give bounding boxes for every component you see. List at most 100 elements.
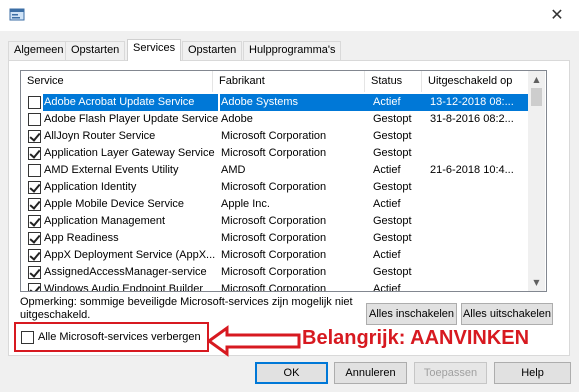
service-status: Gestopt <box>373 232 412 244</box>
service-row[interactable]: AppX Deployment Service (AppX... Microsof… <box>21 247 530 264</box>
service-disabled-date <box>429 128 530 145</box>
cancel-button[interactable]: Annuleren <box>334 362 407 384</box>
service-row[interactable]: Application Management Microsoft Corporat… <box>21 213 530 230</box>
service-name: Adobe Acrobat Update Service <box>43 94 218 111</box>
service-vendor: Microsoft Corporation <box>221 249 327 261</box>
service-disabled-date <box>429 179 530 196</box>
service-checkbox[interactable] <box>28 198 41 211</box>
vertical-scrollbar[interactable]: ▲ ▼ <box>528 71 545 291</box>
service-status: Gestopt <box>373 215 412 227</box>
tab-services[interactable]: Services <box>127 39 182 61</box>
services-rows: Adobe Acrobat Update Service Adobe System… <box>21 94 530 292</box>
service-row[interactable]: Adobe Flash Player Update Service Adobe Ge… <box>21 111 530 128</box>
service-row[interactable]: Application Identity Microsoft Corporatio… <box>21 179 530 196</box>
tab-algemeen[interactable]: Algemeen <box>8 41 70 60</box>
column-header-service[interactable]: Service <box>21 71 213 92</box>
service-disabled-date: 21-6-2018 10:4... <box>430 164 514 176</box>
tab-hulpprogrammas[interactable]: Hulpprogramma's <box>243 41 342 60</box>
service-status: Gestopt <box>373 130 412 142</box>
services-list[interactable]: Service Fabrikant Status Uitgeschakeld o… <box>20 70 547 292</box>
service-checkbox[interactable] <box>28 249 41 262</box>
service-checkbox[interactable] <box>28 164 41 177</box>
protected-services-note: Opmerking: sommige beveiligde Microsoft-… <box>20 296 353 321</box>
service-disabled-date: 13-12-2018 08:... <box>429 94 530 111</box>
service-checkbox[interactable] <box>28 283 41 291</box>
service-vendor: Microsoft Corporation <box>221 232 327 244</box>
scroll-down-icon[interactable]: ▼ <box>528 274 545 291</box>
service-name: Windows Audio Endpoint Builder <box>44 283 203 292</box>
hide-microsoft-services-checkbox[interactable] <box>21 331 34 344</box>
service-checkbox[interactable] <box>28 181 41 194</box>
annotation-callout: Belangrijk: AANVINKEN <box>302 327 530 349</box>
column-header-vendor[interactable]: Fabrikant <box>213 71 365 92</box>
service-row[interactable]: Application Layer Gateway Service Microso… <box>21 145 530 162</box>
service-status: Actief <box>373 164 401 176</box>
service-name: Application Identity <box>44 181 137 193</box>
title-bar: ✕ <box>0 0 579 31</box>
service-name: Application Layer Gateway Service <box>44 147 215 159</box>
service-vendor: Microsoft Corporation <box>221 283 327 292</box>
service-checkbox[interactable] <box>28 147 41 160</box>
service-name: AllJoyn Router Service <box>44 130 156 142</box>
service-status: Gestopt <box>373 181 412 193</box>
service-name: Application Management <box>44 215 166 227</box>
msconfig-icon <box>9 8 25 21</box>
apply-button: Toepassen <box>414 362 487 384</box>
close-icon[interactable]: ✕ <box>545 4 569 26</box>
scroll-up-icon[interactable]: ▲ <box>528 71 545 88</box>
service-vendor: Adobe Systems <box>220 94 372 111</box>
service-vendor: Microsoft Corporation <box>221 266 327 278</box>
ok-button[interactable]: OK <box>255 362 328 384</box>
annotation-arrow-icon <box>207 325 301 357</box>
service-vendor: Microsoft Corporation <box>221 215 327 227</box>
tab-opstarten-2[interactable]: Opstarten <box>182 41 243 60</box>
service-name: App Readiness <box>44 232 119 244</box>
service-disabled-date: 31-8-2016 08:2... <box>430 113 514 125</box>
service-status: Gestopt <box>373 147 412 159</box>
service-status: Gestopt <box>373 266 412 278</box>
service-status: Actief <box>372 94 429 111</box>
service-vendor: AMD <box>221 164 246 176</box>
service-row[interactable]: AMD External Events Utility AMD Actief 21-6… <box>21 162 530 179</box>
column-header-disabled-date[interactable]: Uitgeschakeld op <box>422 71 530 92</box>
service-status: Actief <box>373 249 401 261</box>
service-checkbox[interactable] <box>28 130 41 143</box>
service-name: AppX Deployment Service (AppX... <box>44 249 216 261</box>
scroll-thumb[interactable] <box>531 88 542 106</box>
service-vendor: Microsoft Corporation <box>221 181 327 193</box>
enable-all-button[interactable]: Alles inschakelen <box>366 303 457 325</box>
service-status: Gestopt <box>373 113 412 125</box>
tab-opstarten[interactable]: Opstarten <box>65 41 126 60</box>
service-vendor: Apple Inc. <box>221 198 270 210</box>
service-disabled-date <box>429 230 530 247</box>
service-name: Apple Mobile Device Service <box>44 198 185 210</box>
service-vendor: Microsoft Corporation <box>221 130 327 142</box>
service-disabled-date <box>429 145 530 162</box>
service-row[interactable]: Apple Mobile Device Service Apple Inc. Act… <box>21 196 530 213</box>
service-row[interactable]: Adobe Acrobat Update Service Adobe System… <box>21 94 530 111</box>
service-name: Adobe Flash Player Update Service <box>44 113 218 125</box>
service-vendor: Microsoft Corporation <box>221 147 327 159</box>
service-checkbox[interactable] <box>28 96 41 109</box>
service-disabled-date <box>429 247 530 264</box>
service-row[interactable]: Windows Audio Endpoint Builder Microsoft … <box>21 281 530 292</box>
service-name: AssignedAccessManager-service <box>44 266 207 278</box>
disable-all-button[interactable]: Alles uitschakelen <box>461 303 553 325</box>
column-header-status[interactable]: Status <box>365 71 422 92</box>
service-row[interactable]: AllJoyn Router Service Microsoft Corporat… <box>21 128 530 145</box>
service-row[interactable]: App Readiness Microsoft Corporation Gestop… <box>21 230 530 247</box>
service-vendor: Adobe <box>221 113 253 125</box>
service-disabled-date <box>429 213 530 230</box>
service-checkbox[interactable] <box>28 232 41 245</box>
service-checkbox[interactable] <box>28 113 41 126</box>
service-checkbox[interactable] <box>28 215 41 228</box>
service-row[interactable]: AssignedAccessManager-service Microsoft C… <box>21 264 530 281</box>
hide-microsoft-services-highlight: Alle Microsoft-services verbergen <box>14 322 209 352</box>
service-disabled-date <box>429 264 530 281</box>
help-button[interactable]: Help <box>494 362 571 384</box>
service-status: Actief <box>373 283 401 292</box>
service-name: AMD External Events Utility <box>44 164 179 176</box>
hide-microsoft-services-label[interactable]: Alle Microsoft-services verbergen <box>38 331 201 344</box>
service-disabled-date <box>429 281 530 291</box>
service-checkbox[interactable] <box>28 266 41 279</box>
